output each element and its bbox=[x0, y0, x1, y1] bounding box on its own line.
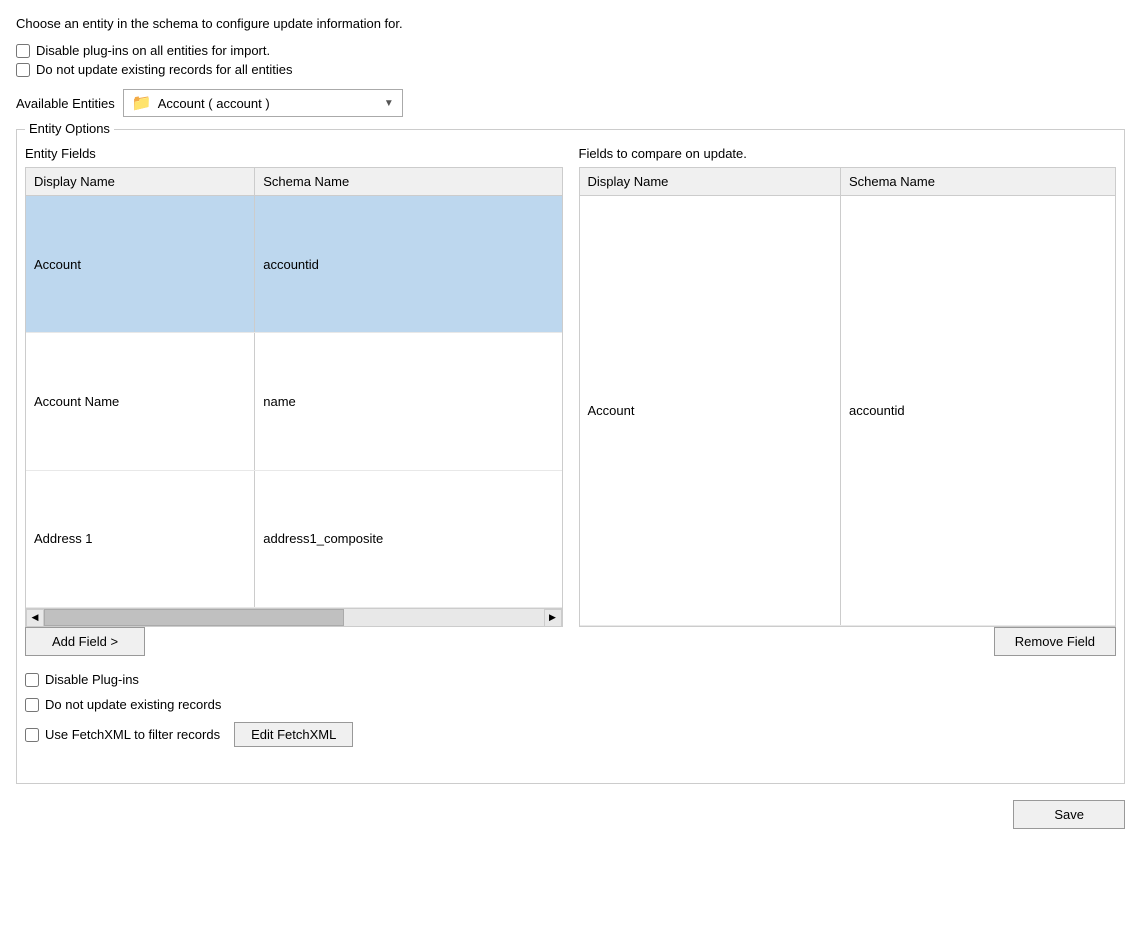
table-row[interactable]: Address 1address1_composite bbox=[26, 470, 562, 607]
table-row[interactable]: Account Namename bbox=[26, 333, 562, 470]
disable-plugins-checkbox[interactable] bbox=[25, 673, 39, 687]
entity-options-group: Entity Options Entity Fields Display Nam… bbox=[16, 129, 1125, 784]
chevron-down-icon: ▼ bbox=[384, 98, 394, 109]
no-update-row: Do not update existing records bbox=[25, 697, 1116, 712]
global-checkboxes: Disable plug-ins on all entities for imp… bbox=[16, 43, 1125, 77]
no-update-all-checkbox[interactable] bbox=[16, 63, 30, 77]
fields-container: Entity Fields Display Name Schema Name A… bbox=[25, 146, 1116, 627]
compare-field-schema-0: accountid bbox=[840, 196, 1115, 626]
entity-fields-title: Entity Fields bbox=[25, 146, 563, 161]
scroll-left-arrow[interactable]: ◀ bbox=[26, 609, 44, 627]
use-fetchxml-label: Use FetchXML to filter records bbox=[45, 727, 220, 742]
remove-field-button[interactable]: Remove Field bbox=[994, 627, 1116, 656]
compare-col-display: Display Name bbox=[580, 168, 841, 196]
edit-fetchxml-button[interactable]: Edit FetchXML bbox=[234, 722, 353, 747]
entity-field-display-1: Account Name bbox=[26, 333, 255, 470]
entity-options-legend: Entity Options bbox=[25, 121, 114, 136]
table-row[interactable]: Accountaccountid bbox=[26, 196, 562, 333]
add-field-button[interactable]: Add Field > bbox=[25, 627, 145, 656]
bottom-options: Disable Plug-ins Do not update existing … bbox=[25, 672, 1116, 751]
entity-dropdown-text: Account ( account ) bbox=[158, 96, 378, 111]
no-update-records-label: Do not update existing records bbox=[45, 697, 221, 712]
disable-plugins-all-checkbox[interactable] bbox=[16, 44, 30, 58]
save-button[interactable]: Save bbox=[1013, 800, 1125, 829]
footer-row: Save bbox=[16, 800, 1125, 829]
fetchxml-row: Use FetchXML to filter records Edit Fetc… bbox=[25, 722, 1116, 747]
entity-selector-label: Available Entities bbox=[16, 96, 115, 111]
instructions-text: Choose an entity in the schema to config… bbox=[16, 16, 1125, 31]
compare-field-display-0: Account bbox=[580, 196, 841, 626]
table-row[interactable]: Accountaccountid bbox=[580, 196, 1116, 626]
scroll-track[interactable] bbox=[44, 609, 544, 626]
entity-dropdown-icon: 📁 bbox=[132, 93, 152, 113]
entity-field-display-0: Account bbox=[26, 196, 255, 333]
entity-field-schema-0: accountid bbox=[255, 196, 562, 333]
compare-col-schema: Schema Name bbox=[840, 168, 1115, 196]
entity-fields-scrollbar[interactable]: ◀ ▶ bbox=[26, 608, 562, 626]
entity-field-display-2: Address 1 bbox=[26, 470, 255, 607]
entity-col-schema: Schema Name bbox=[255, 168, 562, 196]
compare-fields-section: Fields to compare on update. Display Nam… bbox=[579, 146, 1117, 627]
no-update-all-label: Do not update existing records for all e… bbox=[36, 62, 293, 77]
disable-plugins-all-label: Disable plug-ins on all entities for imp… bbox=[36, 43, 270, 58]
compare-fields-table-wrapper: Display Name Schema Name Accountaccounti… bbox=[579, 167, 1117, 627]
global-checkbox-row-1: Do not update existing records for all e… bbox=[16, 62, 1125, 77]
entity-dropdown[interactable]: 📁 Account ( account ) ▼ bbox=[123, 89, 403, 117]
entity-selector-row: Available Entities 📁 Account ( account )… bbox=[16, 89, 1125, 117]
disable-plugins-row: Disable Plug-ins bbox=[25, 672, 1116, 687]
scroll-thumb bbox=[44, 609, 344, 626]
scroll-right-arrow[interactable]: ▶ bbox=[544, 609, 562, 627]
use-fetchxml-checkbox[interactable] bbox=[25, 728, 39, 742]
fields-buttons-row: Add Field > Remove Field bbox=[25, 627, 1116, 656]
entity-field-schema-2: address1_composite bbox=[255, 470, 562, 607]
disable-plugins-label: Disable Plug-ins bbox=[45, 672, 139, 687]
entity-fields-table: Display Name Schema Name Accountaccounti… bbox=[26, 168, 562, 608]
compare-fields-table: Display Name Schema Name Accountaccounti… bbox=[580, 168, 1116, 626]
entity-fields-table-wrapper: Display Name Schema Name Accountaccounti… bbox=[25, 167, 563, 627]
entity-col-display: Display Name bbox=[26, 168, 255, 196]
no-update-records-checkbox[interactable] bbox=[25, 698, 39, 712]
entity-field-schema-1: name bbox=[255, 333, 562, 470]
entity-fields-section: Entity Fields Display Name Schema Name A… bbox=[25, 146, 563, 627]
compare-fields-title: Fields to compare on update. bbox=[579, 146, 1117, 161]
global-checkbox-row-0: Disable plug-ins on all entities for imp… bbox=[16, 43, 1125, 58]
